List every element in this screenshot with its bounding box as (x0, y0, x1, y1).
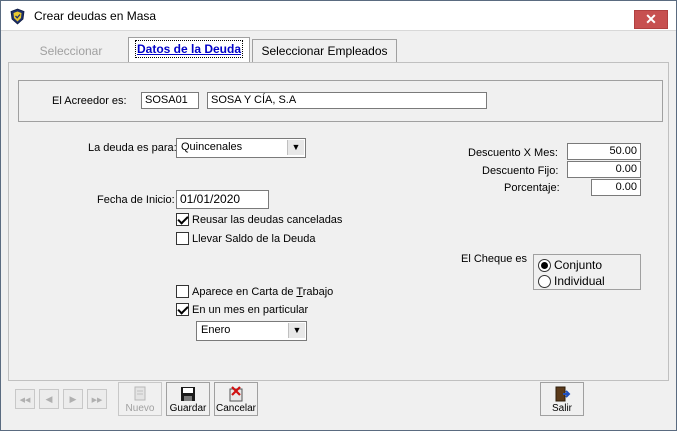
close-button[interactable]: ✕ (634, 10, 668, 29)
nuevo-button[interactable]: Nuevo (118, 382, 162, 416)
acreedor-code-field[interactable]: SOSA01 (141, 92, 199, 109)
chevron-down-icon: ▼ (287, 140, 304, 155)
prev-icon: ◀ (45, 394, 53, 404)
descuento-mes-label: Descuento X Mes: (468, 147, 558, 159)
tab-label: Seleccionar Empleados (261, 44, 388, 58)
checkbox-unchecked-icon (176, 285, 189, 298)
mes-particular-checkbox[interactable]: En un mes en particular (176, 303, 308, 316)
porcentaje-field[interactable]: 0.00 (591, 179, 641, 196)
reusar-deudas-checkbox[interactable]: Reusar las deudas canceladas (176, 213, 342, 226)
descuento-fijo-field[interactable]: 0.00 (567, 161, 641, 178)
window-title: Crear deudas en Masa (34, 9, 157, 23)
reusar-deudas-label: Reusar las deudas canceladas (192, 213, 343, 226)
fecha-inicio-field[interactable]: 01/01/2020 (176, 190, 269, 209)
tab-label: Datos de la Deuda (134, 40, 244, 58)
carta-trabajo-checkbox[interactable]: Aparece en Carta de Trabajo (176, 285, 333, 298)
cancelar-label: Cancelar (215, 403, 257, 414)
llevar-saldo-label: Llevar Saldo de la Deuda (192, 232, 316, 245)
salir-label: Salir (551, 403, 572, 414)
checkbox-unchecked-icon (176, 232, 189, 245)
cheque-individual-label: Individual (554, 274, 605, 288)
descuento-fijo-label: Descuento Fijo: (482, 165, 559, 177)
fecha-inicio-label: Fecha de Inicio: (97, 194, 175, 206)
chevron-down-icon: ▼ (288, 323, 305, 338)
nav-next-button[interactable]: ▶ (63, 389, 83, 409)
radio-selected-icon (538, 258, 551, 272)
salir-button[interactable]: Salir (540, 382, 584, 416)
tab-datos-deuda[interactable]: Datos de la Deuda (128, 37, 250, 63)
nuevo-label: Nuevo (125, 403, 155, 414)
deuda-para-value: Quincenales (181, 141, 243, 153)
first-icon: ◀◀ (19, 397, 31, 404)
tab-seleccionar-empleados[interactable]: Seleccionar Empleados (252, 39, 397, 63)
checkbox-checked-icon (176, 303, 189, 316)
mes-select[interactable]: Enero ▼ (196, 321, 307, 341)
mes-value: Enero (201, 324, 231, 336)
next-icon: ▶ (69, 394, 77, 404)
title-bar: Crear deudas en Masa ✕ (1, 1, 676, 31)
save-disk-icon (181, 387, 195, 401)
acreedor-label: El Acreedor es: (52, 95, 127, 107)
llevar-saldo-checkbox[interactable]: Llevar Saldo de la Deuda (176, 232, 316, 245)
nav-first-button[interactable]: ◀◀ (15, 389, 35, 409)
cancelar-button[interactable]: Cancelar (214, 382, 258, 416)
guardar-button[interactable]: Guardar (166, 382, 210, 416)
nav-last-button[interactable]: ▶▶ (87, 389, 107, 409)
mes-particular-label: En un mes en particular (192, 303, 309, 316)
nav-prev-button[interactable]: ◀ (39, 389, 59, 409)
cheque-conjunto-label: Conjunto (554, 258, 603, 272)
descuento-mes-field[interactable]: 50.00 (567, 143, 641, 160)
last-icon: ▶▶ (91, 397, 103, 404)
main-window: Crear deudas en Masa ✕ Seleccionar Acree… (0, 0, 677, 431)
cheque-label: El Cheque es (461, 253, 528, 265)
cancel-icon (229, 386, 243, 402)
acreedor-name-field[interactable]: SOSA Y CÍA, S.A (207, 92, 487, 109)
tab-seleccionar-acreedor[interactable]: Seleccionar Acreedor (15, 39, 127, 80)
new-document-icon (134, 386, 146, 401)
porcentaje-label: Porcentaje: (504, 182, 560, 194)
cheque-conjunto-radio[interactable]: Conjunto (538, 258, 602, 272)
exit-door-icon (555, 386, 571, 402)
checkbox-checked-icon (176, 213, 189, 226)
cheque-individual-radio[interactable]: Individual (538, 274, 605, 288)
deuda-para-select[interactable]: Quincenales ▼ (176, 138, 306, 158)
carta-trabajo-label: Aparece en Carta de Trabajo (192, 285, 334, 298)
radio-unselected-icon (538, 274, 551, 288)
app-shield-icon (10, 8, 25, 25)
deuda-para-label: La deuda es para: (88, 142, 177, 154)
guardar-label: Guardar (169, 403, 207, 414)
